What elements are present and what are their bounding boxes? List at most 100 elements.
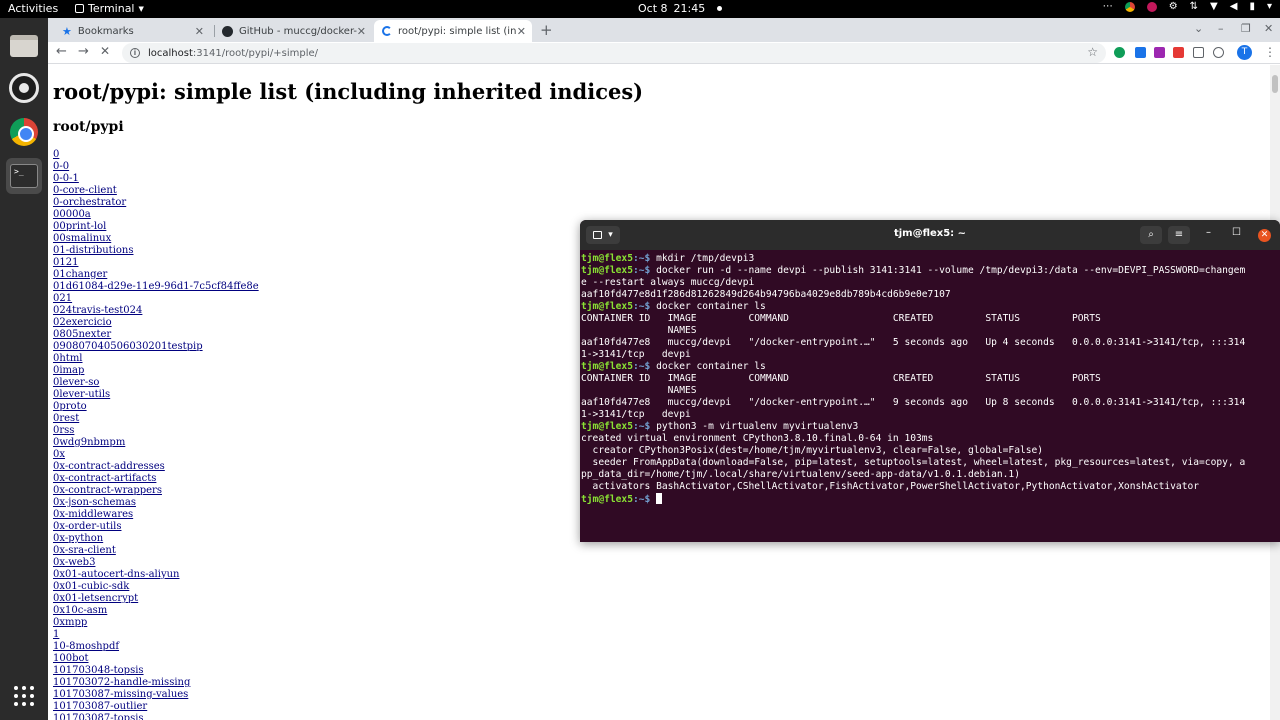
terminal-window[interactable]: ▾ tjm@flex5: ~ ⌕ ≡ – ☐ ✕ tjm@flex5:~$ mk…	[580, 220, 1280, 542]
power-menu-icon[interactable]: ▾	[1267, 1, 1272, 12]
app-tray-icon[interactable]	[1146, 1, 1157, 12]
package-link[interactable]: 0x-order-utils	[53, 521, 259, 533]
extension-icon[interactable]	[1173, 47, 1184, 58]
back-icon[interactable]: ←	[56, 44, 67, 59]
package-link[interactable]: 00print-lol	[53, 221, 259, 233]
package-link[interactable]: 101703087-outlier	[53, 701, 259, 713]
close-window-icon[interactable]: ✕	[1264, 22, 1273, 35]
extension-icon[interactable]	[1114, 47, 1125, 58]
package-link[interactable]: 100bot	[53, 653, 259, 665]
tab-github[interactable]: GitHub - muccg/docker-devpi ✕	[214, 20, 372, 42]
profile-avatar[interactable]: T	[1237, 45, 1252, 60]
package-link[interactable]: 02exercicio	[53, 317, 259, 329]
chrome-tray-icon[interactable]	[1124, 1, 1135, 12]
package-link[interactable]: 024travis-test024	[53, 305, 259, 317]
package-link[interactable]: 101703087-missing-values	[53, 689, 259, 701]
package-link[interactable]: 0-0	[53, 161, 259, 173]
screen-capture-extension-icon[interactable]	[1193, 47, 1204, 58]
package-link[interactable]: 0x01-cubic-sdk	[53, 581, 259, 593]
new-tab-icon[interactable]: +	[540, 21, 553, 39]
package-link[interactable]: 0lever-so	[53, 377, 259, 389]
package-link[interactable]: 0x-contract-wrappers	[53, 485, 259, 497]
overflow-menu-icon[interactable]: ⋯	[1103, 1, 1113, 12]
package-link[interactable]: 0-0-1	[53, 173, 259, 185]
package-link[interactable]: 0x-python	[53, 533, 259, 545]
package-link[interactable]: 0x10c-asm	[53, 605, 259, 617]
tab-bookmarks[interactable]: ★ Bookmarks ✕	[54, 20, 210, 42]
package-link[interactable]: 0x01-autocert-dns-aliyun	[53, 569, 259, 581]
package-link[interactable]: 0x01-letsencrypt	[53, 593, 259, 605]
package-link[interactable]: 0rss	[53, 425, 259, 437]
package-link[interactable]: 0x	[53, 449, 259, 461]
package-link[interactable]: 01changer	[53, 269, 259, 281]
volume-icon[interactable]: ◀	[1230, 1, 1238, 12]
package-link[interactable]: 0x-contract-addresses	[53, 461, 259, 473]
close-icon[interactable]: ✕	[517, 25, 526, 38]
package-link[interactable]: 0xmpp	[53, 617, 259, 629]
package-link[interactable]: 01-distributions	[53, 245, 259, 257]
activities-button[interactable]: Activities	[8, 2, 58, 15]
package-link[interactable]: 0x-sra-client	[53, 545, 259, 557]
package-link[interactable]: 0x-middlewares	[53, 509, 259, 521]
package-link[interactable]: 0x-web3	[53, 557, 259, 569]
terminal-menu-icon[interactable]: ≡	[1168, 226, 1190, 244]
package-link[interactable]: 0121	[53, 257, 259, 269]
close-icon[interactable]: ✕	[357, 25, 366, 38]
close-icon[interactable]: ✕	[1258, 229, 1271, 242]
package-link[interactable]: 0lever-utils	[53, 389, 259, 401]
bookmark-star-icon[interactable]: ☆	[1087, 45, 1098, 59]
restore-icon[interactable]: ❐	[1241, 22, 1251, 35]
minimize-icon[interactable]: –	[1218, 22, 1224, 35]
extension-icon[interactable]	[1213, 47, 1224, 58]
package-link[interactable]: 0805nexter	[53, 329, 259, 341]
package-link[interactable]: 0x-json-schemas	[53, 497, 259, 509]
maximize-icon[interactable]: ☐	[1232, 227, 1241, 238]
dock-files-launcher[interactable]	[6, 28, 42, 64]
terminal-search-icon[interactable]: ⌕	[1140, 226, 1162, 244]
dock-chrome-launcher[interactable]	[6, 114, 42, 150]
system-tray[interactable]: ⋯ ⚙ ⇅ ▼ ◀ ▮ ▾	[1103, 1, 1272, 12]
terminal-output[interactable]: tjm@flex5:~$ mkdir /tmp/devpi3 tjm@flex5:…	[581, 253, 1277, 505]
package-link[interactable]: 0-orchestrator	[53, 197, 259, 209]
menu-icon[interactable]: ⋮	[1264, 45, 1276, 59]
package-link[interactable]: 101703048-topsis	[53, 665, 259, 677]
package-link[interactable]: 00smalinux	[53, 233, 259, 245]
forward-icon[interactable]: →	[78, 44, 89, 59]
address-bar[interactable]: i localhost:3141/root/pypi/+simple/ ☆	[122, 43, 1106, 63]
package-link[interactable]: 090807040506030201testpip	[53, 341, 259, 353]
site-info-icon[interactable]: i	[130, 48, 140, 58]
package-link[interactable]: 1	[53, 629, 259, 641]
minimize-icon[interactable]: –	[1206, 227, 1211, 238]
onenote-extension-icon[interactable]	[1154, 47, 1165, 58]
terminal-titlebar[interactable]: ▾ tjm@flex5: ~ ⌕ ≡ – ☐ ✕	[580, 220, 1280, 250]
transfer-tray-icon[interactable]: ⇅	[1190, 1, 1198, 12]
tab-root-pypi[interactable]: root/pypi: simple list (including inheri…	[374, 20, 532, 42]
package-link[interactable]: 101703087-topsis	[53, 713, 259, 720]
package-link[interactable]: 0rest	[53, 413, 259, 425]
package-link[interactable]: 10-8moshpdf	[53, 641, 259, 653]
package-link[interactable]: 01d61084-d29e-11e9-96d1-7c5cf84ffe8e	[53, 281, 259, 293]
battery-icon[interactable]: ▮	[1249, 1, 1255, 12]
extension-icon[interactable]	[1135, 47, 1146, 58]
show-applications-icon[interactable]	[14, 686, 34, 706]
package-link[interactable]: 0proto	[53, 401, 259, 413]
wifi-icon[interactable]: ▼	[1210, 1, 1218, 12]
scrollbar-thumb[interactable]	[1272, 75, 1278, 93]
package-link[interactable]: 0wdg9nbmpm	[53, 437, 259, 449]
package-link[interactable]: 101703072-handle-missing	[53, 677, 259, 689]
dock-obs-launcher[interactable]	[6, 70, 42, 106]
settings-tray-icon[interactable]: ⚙	[1169, 1, 1178, 12]
chevron-down-icon[interactable]: ⌄	[1194, 22, 1203, 35]
clock[interactable]: Oct 8 21:45	[638, 2, 723, 15]
app-menu[interactable]: Terminal ▼	[75, 2, 144, 15]
stop-loading-icon[interactable]: ✕	[100, 44, 110, 58]
close-icon[interactable]: ✕	[195, 25, 204, 38]
dock-terminal-launcher[interactable]: >_	[6, 158, 42, 194]
package-link[interactable]: 0imap	[53, 365, 259, 377]
package-link[interactable]: 0x-contract-artifacts	[53, 473, 259, 485]
package-link[interactable]: 0html	[53, 353, 259, 365]
package-link[interactable]: 00000a	[53, 209, 259, 221]
package-link[interactable]: 021	[53, 293, 259, 305]
package-link[interactable]: 0-core-client	[53, 185, 259, 197]
package-link[interactable]: 0	[53, 149, 259, 161]
